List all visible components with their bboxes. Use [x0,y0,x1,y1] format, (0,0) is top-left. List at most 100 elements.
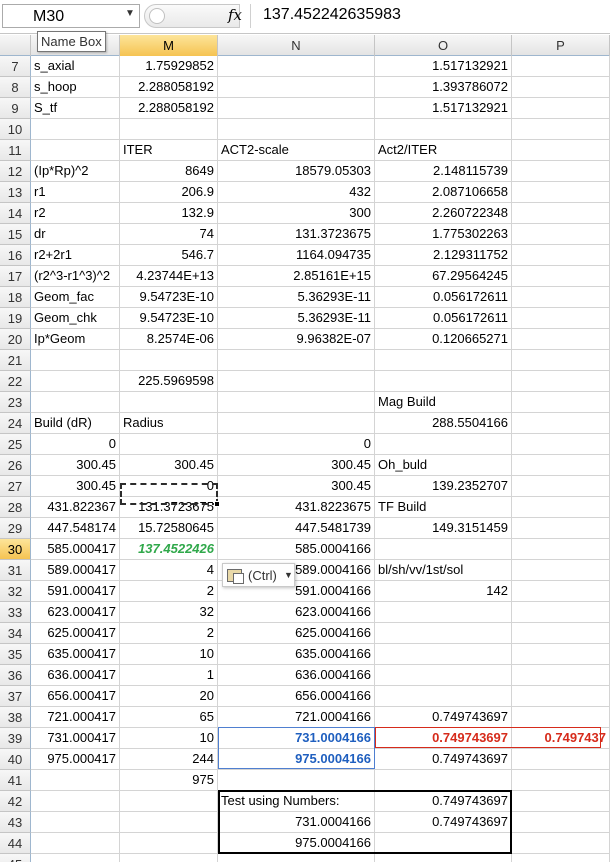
cell-empty[interactable] [375,770,512,791]
cell-n14[interactable]: 300 [218,203,375,224]
cell-l40[interactable]: 975.000417 [31,749,120,770]
row-header-43[interactable]: 43 [0,812,31,833]
row-header-14[interactable]: 14 [0,203,31,224]
cell-o18[interactable]: 0.056172611 [375,287,512,308]
formula-input[interactable]: 137.452242635983 [250,4,610,28]
cell-n8[interactable] [218,77,375,98]
cell-empty[interactable] [512,665,610,686]
row-header-45[interactable]: 45 [0,854,31,862]
cell-empty[interactable] [31,833,120,854]
cell-l26[interactable]: 300.45 [31,455,120,476]
column-header-o[interactable]: O [375,35,512,56]
cell-empty[interactable] [512,686,610,707]
cell-empty[interactable] [31,791,120,812]
cell-empty[interactable] [120,434,218,455]
cell-m31[interactable]: 4 [120,560,218,581]
cell-l20[interactable]: Ip*Geom [31,329,120,350]
cell-empty[interactable] [31,371,120,392]
cell-n26[interactable]: 300.45 [218,455,375,476]
cell-n35[interactable]: 635.0004166 [218,644,375,665]
cell-o13[interactable]: 2.087106658 [375,182,512,203]
cell-empty[interactable] [375,539,512,560]
cell-empty[interactable] [512,245,610,266]
row-header-28[interactable]: 28 [0,497,31,518]
cell-l33[interactable]: 623.000417 [31,602,120,623]
row-header-22[interactable]: 22 [0,371,31,392]
cell-empty[interactable] [375,602,512,623]
cell-empty[interactable] [512,161,610,182]
cell-empty[interactable] [512,329,610,350]
cell-n27[interactable]: 300.45 [218,476,375,497]
cell-n13[interactable]: 432 [218,182,375,203]
cell-l17[interactable]: (r2^3-r1^3)^2 [31,266,120,287]
cell-empty[interactable] [512,392,610,413]
cell-m36[interactable]: 1 [120,665,218,686]
cell-empty[interactable] [512,434,610,455]
cell-l36[interactable]: 636.000417 [31,665,120,686]
cell-m32[interactable]: 2 [120,581,218,602]
cell-empty[interactable] [512,413,610,434]
cell-m18[interactable]: 9.54723E-10 [120,287,218,308]
row-header-35[interactable]: 35 [0,644,31,665]
row-header-12[interactable]: 12 [0,161,31,182]
row-header-33[interactable]: 33 [0,602,31,623]
cell-l31[interactable]: 589.000417 [31,560,120,581]
cell-l8[interactable]: s_hoop [31,77,120,98]
cell-empty[interactable] [218,350,375,371]
cell-o24[interactable]: 288.5504166 [375,413,512,434]
cell-l39[interactable]: 731.000417 [31,728,120,749]
cell-empty[interactable] [512,350,610,371]
cell-l34[interactable]: 625.000417 [31,623,120,644]
cell-n36[interactable]: 636.0004166 [218,665,375,686]
cell-l28[interactable]: 431.822367 [31,497,120,518]
formula-bar-resize-handle[interactable] [144,4,240,28]
row-header-20[interactable]: 20 [0,329,31,350]
row-header-11[interactable]: 11 [0,140,31,161]
cell-m13[interactable]: 206.9 [120,182,218,203]
cell-o27[interactable]: 139.2352707 [375,476,512,497]
cell-empty[interactable] [512,833,610,854]
cell-empty[interactable] [120,119,218,140]
cell-m37[interactable]: 20 [120,686,218,707]
cell-m11[interactable]: ITER [120,140,218,161]
cell-m9[interactable]: 2.288058192 [120,98,218,119]
cell-empty[interactable] [31,392,120,413]
cell-m17[interactable]: 4.23744E+13 [120,266,218,287]
cell-n17[interactable]: 2.85161E+15 [218,266,375,287]
cell-empty[interactable] [375,854,512,862]
cell-m20[interactable]: 8.2574E-06 [120,329,218,350]
cell-empty[interactable] [375,623,512,644]
cell-m38[interactable]: 65 [120,707,218,728]
cell-m29[interactable]: 15.72580645 [120,518,218,539]
cell-empty[interactable] [120,833,218,854]
cell-o23[interactable]: Mag Build [375,392,512,413]
cell-l15[interactable]: dr [31,224,120,245]
cell-empty[interactable] [31,812,120,833]
cell-empty[interactable] [375,665,512,686]
cell-empty[interactable] [218,119,375,140]
cell-o15[interactable]: 1.775302263 [375,224,512,245]
row-header-27[interactable]: 27 [0,476,31,497]
cell-l9[interactable]: S_tf [31,98,120,119]
cell-empty[interactable] [218,413,375,434]
cell-l30[interactable]: 585.000417 [31,539,120,560]
row-header-31[interactable]: 31 [0,560,31,581]
cell-n38[interactable]: 721.0004166 [218,707,375,728]
row-header-29[interactable]: 29 [0,518,31,539]
cell-empty[interactable] [218,770,375,791]
cell-empty[interactable] [512,791,610,812]
cell-empty[interactable] [375,434,512,455]
cell-m30[interactable]: 137.4522426 [120,539,218,560]
cell-n18[interactable]: 5.36293E-11 [218,287,375,308]
cell-o17[interactable]: 67.29564245 [375,266,512,287]
row-header-25[interactable]: 25 [0,434,31,455]
row-header-15[interactable]: 15 [0,224,31,245]
cell-n19[interactable]: 5.36293E-11 [218,308,375,329]
row-header-42[interactable]: 42 [0,791,31,812]
row-header-38[interactable]: 38 [0,707,31,728]
cell-m12[interactable]: 8649 [120,161,218,182]
cell-l25[interactable]: 0 [31,434,120,455]
name-box[interactable]: M30 ▼ [2,4,140,28]
cell-empty[interactable] [512,518,610,539]
cell-empty[interactable] [512,56,610,77]
